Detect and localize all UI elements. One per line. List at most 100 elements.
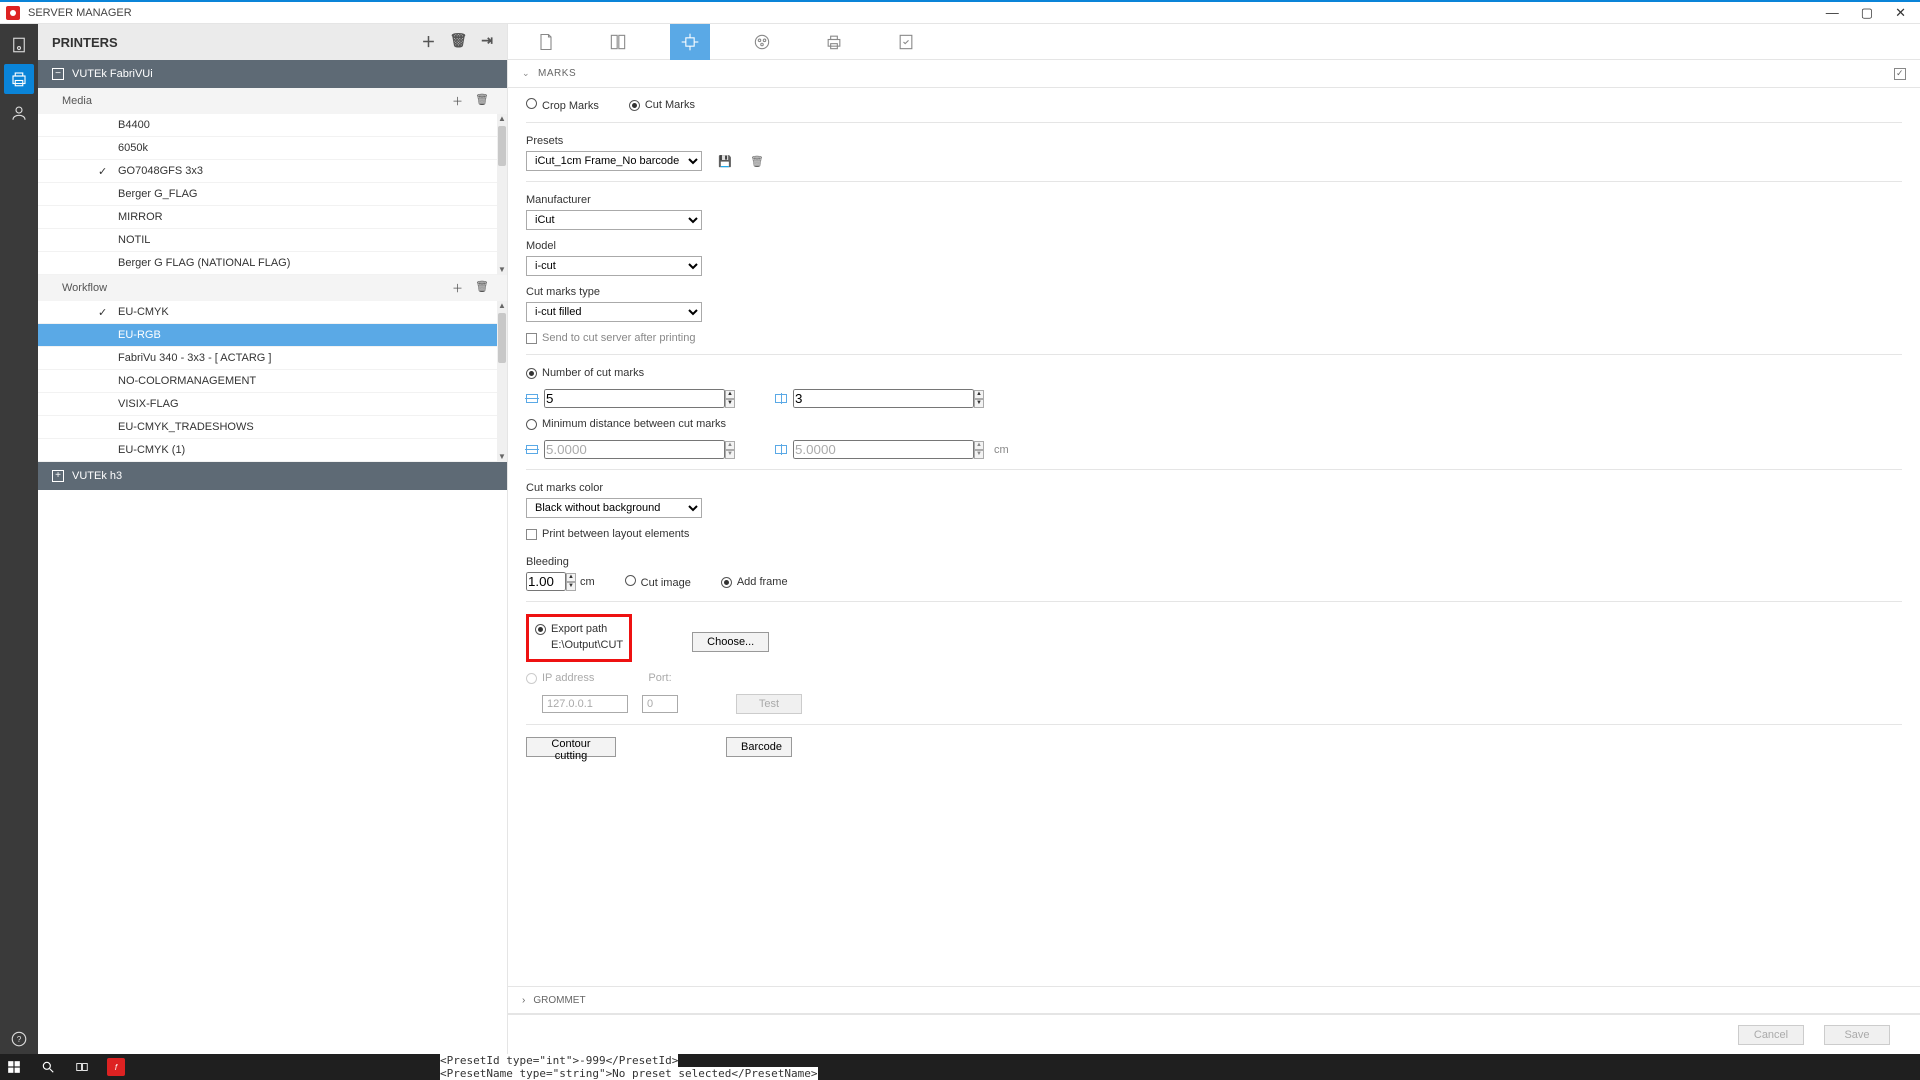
cut-type-select[interactable]: i-cut filled	[526, 302, 702, 322]
start-button[interactable]	[4, 1057, 24, 1077]
barcode-button[interactable]: Barcode	[726, 737, 792, 757]
ip-input[interactable]	[542, 695, 628, 713]
presets-label: Presets	[526, 135, 1902, 147]
delete-preset-icon[interactable]: 🗑	[748, 152, 766, 170]
horizontal-icon	[526, 445, 538, 454]
section-enable-checkbox[interactable]: ✓	[1894, 68, 1906, 80]
section-title: GROMMET	[533, 995, 585, 1006]
nav-rail: ?	[0, 24, 38, 1054]
media-item[interactable]: Berger G FLAG (NATIONAL FLAG)	[38, 252, 507, 275]
num-marks-h-input[interactable]	[544, 389, 725, 408]
footer-buttons: Cancel Save	[508, 1014, 1920, 1054]
workflow-label: Workflow	[62, 282, 107, 294]
cut-marks-radio[interactable]: Cut Marks	[629, 99, 695, 111]
add-workflow-button[interactable]: ＋	[452, 280, 463, 296]
minimize-button[interactable]: —	[1826, 5, 1839, 21]
delete-workflow-button[interactable]: 🗑	[475, 280, 489, 296]
save-button[interactable]: Save	[1824, 1025, 1890, 1045]
workflow-list: EU-CMYK EU-RGB FabriVu 340 - 3x3 - [ ACT…	[38, 301, 507, 462]
rail-jobs-icon[interactable]	[4, 30, 34, 60]
tab-finishing-icon[interactable]	[670, 24, 710, 60]
workflow-item[interactable]: VISIX-FLAG	[38, 393, 507, 416]
app-title: SERVER MANAGER	[28, 7, 132, 19]
presets-select[interactable]: iCut_1cm Frame_No barcode	[526, 151, 702, 171]
add-frame-radio[interactable]: Add frame	[721, 576, 788, 588]
workflow-item-active[interactable]: EU-RGB	[38, 324, 507, 347]
choose-button[interactable]: Choose...	[692, 632, 769, 652]
media-item[interactable]: MIRROR	[38, 206, 507, 229]
media-item[interactable]: GO7048GFS 3x3	[38, 160, 507, 183]
save-preset-icon[interactable]: 💾	[716, 152, 734, 170]
min-dist-v-input[interactable]	[793, 440, 974, 459]
chevron-down-icon: ⌄	[522, 68, 530, 79]
num-marks-v-input[interactable]	[793, 389, 974, 408]
media-item[interactable]: NOTIL	[38, 229, 507, 252]
ip-address-radio[interactable]: IP address	[526, 672, 594, 684]
grommet-section-header[interactable]: › GROMMET	[508, 986, 1920, 1014]
taskbar-app-fiery[interactable]: f	[106, 1057, 126, 1077]
code-line-1: <PresetId type="int">-999</PresetId>	[440, 1054, 678, 1067]
media-item[interactable]: B4400	[38, 114, 507, 137]
export-path-radio[interactable]: Export path	[535, 623, 623, 635]
test-button[interactable]: Test	[736, 694, 802, 714]
model-select[interactable]: i-cut	[526, 256, 702, 276]
search-icon[interactable]	[38, 1057, 58, 1077]
workflow-item[interactable]: EU-CMYK	[38, 301, 507, 324]
media-item[interactable]: 6050k	[38, 137, 507, 160]
tab-color-icon[interactable]	[742, 24, 782, 60]
marks-content: Crop Marks Cut Marks Presets iCut_1cm Fr…	[508, 88, 1920, 986]
workflow-scrollbar[interactable]: ▲▼	[497, 301, 507, 462]
workflow-item[interactable]: EU-CMYK (1)	[38, 439, 507, 462]
print-between-checkbox[interactable]: Print between layout elements	[526, 528, 1902, 540]
expand-icon: +	[52, 470, 64, 482]
tab-layout-icon[interactable]	[598, 24, 638, 60]
rail-help-icon[interactable]: ?	[4, 1024, 34, 1054]
media-list: B4400 6050k GO7048GFS 3x3 Berger G_FLAG …	[38, 114, 507, 275]
tab-printer-icon[interactable]	[814, 24, 854, 60]
spinner-buttons[interactable]: ▲▼	[974, 390, 984, 408]
port-label: Port:	[648, 672, 671, 684]
rail-users-icon[interactable]	[4, 98, 34, 128]
cut-image-radio[interactable]: Cut image	[625, 575, 691, 589]
spinner-buttons[interactable]: ▲▼	[725, 441, 735, 459]
cancel-button[interactable]: Cancel	[1738, 1025, 1804, 1045]
marks-section-header[interactable]: ⌄ MARKS ✓	[508, 60, 1920, 88]
bleeding-input[interactable]	[526, 572, 566, 591]
workflow-item[interactable]: EU-CMYK_TRADESHOWS	[38, 416, 507, 439]
media-group-header: Media ＋🗑	[38, 88, 507, 114]
maximize-button[interactable]: ▢	[1861, 5, 1873, 21]
min-dist-h-input[interactable]	[544, 440, 725, 459]
tab-verify-icon[interactable]	[886, 24, 926, 60]
manufacturer-select[interactable]: iCut	[526, 210, 702, 230]
min-dist-radio[interactable]: Minimum distance between cut marks	[526, 418, 1902, 430]
close-button[interactable]: ✕	[1895, 5, 1906, 21]
export-path-highlight: Export path E:\Output\CUT	[526, 614, 632, 662]
tab-file-icon[interactable]	[526, 24, 566, 60]
delete-media-button[interactable]: 🗑	[475, 93, 489, 109]
taskbar: f <PresetId type="int">-999</PresetId> <…	[0, 1054, 1920, 1080]
workflow-item[interactable]: NO-COLORMANAGEMENT	[38, 370, 507, 393]
printer-row-vutek-h3[interactable]: + VUTEk h3	[38, 462, 507, 490]
media-scrollbar[interactable]: ▲▼	[497, 114, 507, 275]
delete-printer-button[interactable]: 🗑	[449, 32, 467, 52]
add-printer-button[interactable]: ＋	[421, 32, 435, 52]
spinner-buttons[interactable]: ▲▼	[566, 573, 576, 591]
color-select[interactable]: Black without background	[526, 498, 702, 518]
workflow-item[interactable]: FabriVu 340 - 3x3 - [ ACTARG ]	[38, 347, 507, 370]
add-media-button[interactable]: ＋	[452, 93, 463, 109]
send-to-server-checkbox[interactable]: Send to cut server after printing	[526, 332, 1902, 344]
cut-type-label: Cut marks type	[526, 286, 1902, 298]
import-button[interactable]: ⇥	[481, 32, 493, 52]
export-path-value: E:\Output\CUT	[535, 639, 623, 651]
port-input[interactable]	[642, 695, 678, 713]
crop-marks-radio[interactable]: Crop Marks	[526, 98, 599, 112]
spinner-buttons[interactable]: ▲▼	[725, 390, 735, 408]
rail-printers-icon[interactable]	[4, 64, 34, 94]
task-view-icon[interactable]	[72, 1057, 92, 1077]
num-marks-radio[interactable]: Number of cut marks	[526, 367, 1902, 379]
printer-row-vutek-fabrivui[interactable]: − VUTEk FabriVUi	[38, 60, 507, 88]
spinner-buttons[interactable]: ▲▼	[974, 441, 984, 459]
model-label: Model	[526, 240, 1902, 252]
media-item[interactable]: Berger G_FLAG	[38, 183, 507, 206]
contour-cutting-button[interactable]: Contour cutting	[526, 737, 616, 757]
